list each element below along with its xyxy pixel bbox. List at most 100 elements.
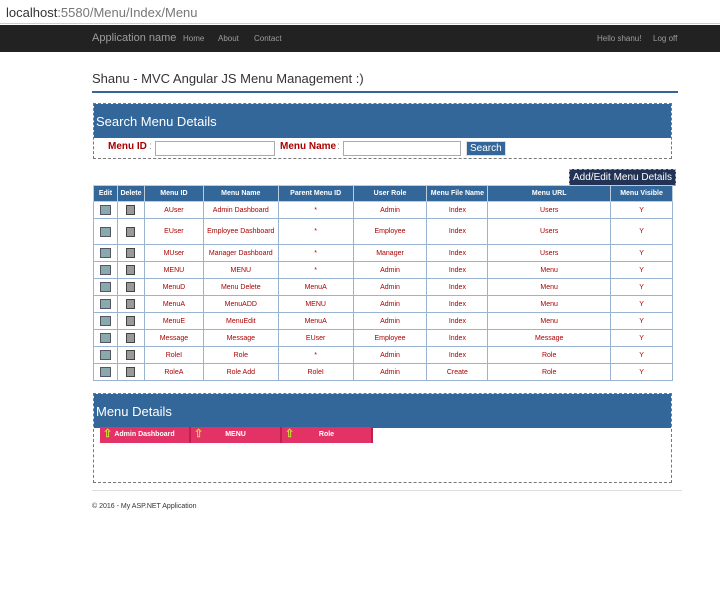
delete-icon[interactable]: [126, 248, 136, 258]
page-title: Shanu - MVC Angular JS Menu Management :…: [92, 71, 364, 86]
edit-icon[interactable]: [99, 205, 111, 215]
column-header: Menu File Name: [426, 185, 489, 202]
delete-icon[interactable]: [126, 265, 136, 275]
menu-details-heading: Menu Details: [94, 394, 671, 428]
nav-home[interactable]: Home: [183, 34, 204, 43]
delete-cell: [116, 295, 145, 313]
edit-cell: [93, 261, 118, 279]
table-row: RoleI Role * Admin Index Role Y: [93, 346, 673, 364]
colon: :: [149, 141, 152, 152]
delete-icon[interactable]: [126, 205, 136, 215]
menu-item[interactable]: ⇧ Admin Dashboard: [100, 427, 191, 443]
delete-icon[interactable]: [126, 367, 136, 377]
edit-icon[interactable]: [99, 299, 111, 309]
delete-cell: [116, 261, 145, 279]
navbar: Application name Home About Contact Hell…: [0, 25, 720, 52]
table-cell: Admin: [352, 312, 428, 330]
table-row: Message Message EUser Employee Index Message Y: [93, 329, 673, 347]
edit-icon[interactable]: [99, 282, 111, 292]
table-cell: *: [277, 346, 354, 364]
delete-icon[interactable]: [126, 350, 136, 360]
table-cell: Employee: [352, 329, 428, 347]
edit-icon[interactable]: [99, 367, 111, 377]
delete-cell: [116, 244, 145, 262]
edit-cell: [93, 329, 118, 347]
nav-user-greeting[interactable]: Hello shanu!: [597, 34, 641, 43]
footer-divider: [92, 490, 682, 491]
table-cell: Message: [487, 329, 612, 347]
table-cell: Admin: [352, 346, 428, 364]
edit-cell: [93, 201, 118, 219]
menu-item[interactable]: ⇧ MENU: [191, 427, 282, 443]
url-host: localhost: [6, 5, 58, 20]
table-cell: Y: [610, 244, 673, 262]
menu-item-label: Admin Dashboard: [114, 431, 175, 438]
edit-icon[interactable]: [99, 265, 111, 275]
edit-icon[interactable]: [99, 316, 111, 326]
delete-icon[interactable]: [126, 226, 136, 237]
menu-bar: ⇧ Admin Dashboard ⇧ MENU ⇧ Role: [100, 427, 373, 443]
edit-icon[interactable]: [99, 226, 111, 237]
table-cell: RoleI: [277, 363, 354, 381]
table-cell: Employee Dashboard: [202, 218, 279, 245]
delete-cell: [116, 312, 145, 330]
column-header: Edit: [93, 185, 118, 202]
delete-icon[interactable]: [126, 282, 136, 292]
table-cell: Index: [426, 218, 489, 245]
footer-text: © 2016 - My ASP.NET Application: [92, 503, 197, 510]
nav-contact[interactable]: Contact: [254, 34, 282, 43]
table-cell: Menu Delete: [202, 278, 279, 296]
table-cell: EUser: [277, 329, 354, 347]
table-cell: AUser: [143, 201, 204, 219]
brand-link[interactable]: Application name: [92, 32, 176, 44]
title-divider: [92, 91, 678, 93]
up-arrow-icon: ⇧: [194, 428, 204, 440]
column-header: User Role: [352, 185, 428, 202]
edit-icon[interactable]: [99, 333, 111, 343]
delete-icon[interactable]: [126, 333, 136, 343]
add-edit-menu-button[interactable]: Add/Edit Menu Details: [569, 169, 676, 186]
menu-table: Edit Delete Menu ID Menu Name Parent Menu ID…: [93, 185, 673, 381]
table-cell: RoleA: [143, 363, 204, 381]
delete-cell: [116, 201, 145, 219]
table-cell: MENU: [202, 261, 279, 279]
edit-icon[interactable]: [99, 350, 111, 360]
up-arrow-icon: ⇧: [103, 428, 113, 440]
column-header: Parent Menu ID: [277, 185, 354, 202]
table-cell: Index: [426, 346, 489, 364]
nav-about[interactable]: About: [218, 34, 239, 43]
delete-cell: [116, 346, 145, 364]
menu-id-label: Menu ID: [108, 141, 147, 152]
edit-cell: [93, 312, 118, 330]
delete-icon[interactable]: [126, 316, 136, 326]
table-cell: MenuE: [143, 312, 204, 330]
edit-icon[interactable]: [99, 248, 111, 258]
table-cell: MenuA: [277, 312, 354, 330]
edit-cell: [93, 278, 118, 296]
table-cell: Y: [610, 278, 673, 296]
table-cell: Menu: [487, 261, 612, 279]
menu-id-input[interactable]: [155, 141, 275, 156]
table-cell: MenuD: [143, 278, 204, 296]
table-cell: Admin: [352, 295, 428, 313]
column-header: Menu Name: [202, 185, 279, 202]
table-cell: Y: [610, 261, 673, 279]
menu-name-input[interactable]: [343, 141, 461, 156]
table-cell: MenuADD: [202, 295, 279, 313]
table-cell: Menu: [487, 312, 612, 330]
table-cell: Role: [487, 346, 612, 364]
search-button[interactable]: Search: [466, 141, 506, 156]
address-bar[interactable]: localhost:5580/Menu/Index/Menu: [0, 0, 720, 24]
nav-logoff[interactable]: Log off: [653, 34, 677, 43]
up-arrow-icon: ⇧: [285, 428, 295, 440]
table-cell: Menu: [487, 295, 612, 313]
table-row: MenuA MenuADD MENU Admin Index Menu Y: [93, 295, 673, 313]
table-cell: EUser: [143, 218, 204, 245]
table-cell: MenuA: [277, 278, 354, 296]
menu-item[interactable]: ⇧ Role: [282, 427, 373, 443]
table-cell: Admin: [352, 201, 428, 219]
table-row: EUser Employee Dashboard * Employee Index Use…: [93, 218, 673, 245]
delete-icon[interactable]: [126, 299, 136, 309]
table-cell: MenuA: [143, 295, 204, 313]
table-cell: *: [277, 218, 354, 245]
